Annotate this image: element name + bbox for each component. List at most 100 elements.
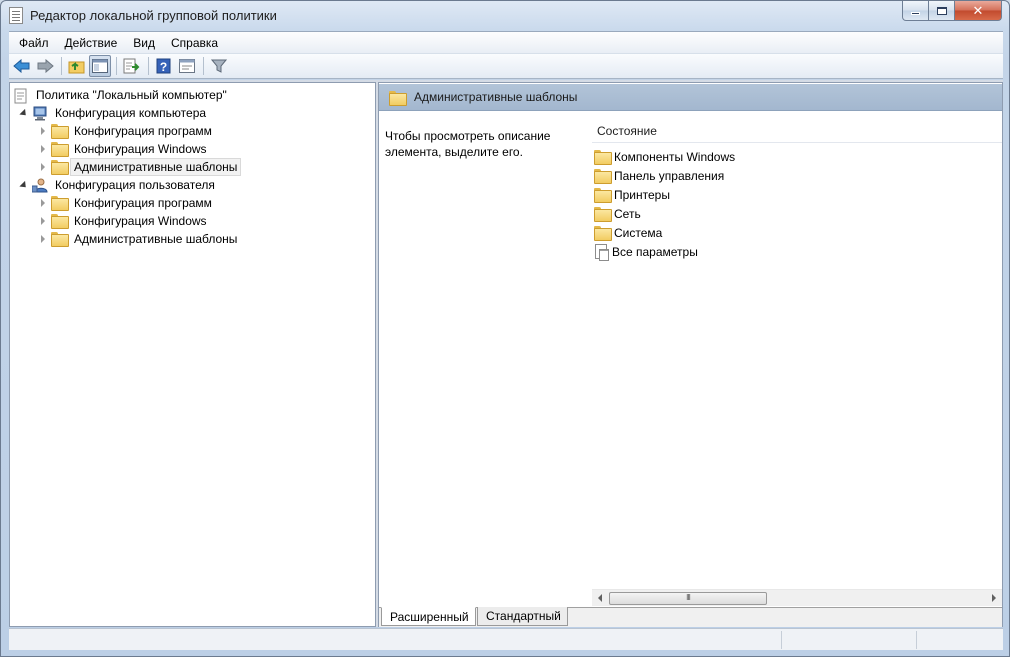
details-title: Административные шаблоны — [414, 90, 578, 104]
tree-item-computer-software[interactable]: Конфигурация программ — [38, 122, 216, 140]
up-folder-icon — [68, 61, 85, 74]
tree-item-root[interactable]: Политика "Локальный компьютер" — [13, 86, 231, 104]
horizontal-scrollbar[interactable]: III — [592, 589, 1002, 606]
description-text: Чтобы просмотреть описание элемента, выд… — [385, 129, 551, 159]
properties-icon — [179, 59, 195, 73]
tree-item-label: Административные шаблоны — [70, 158, 242, 176]
folder-icon — [51, 160, 69, 175]
tree-item-label: Конфигурация компьютера — [55, 106, 207, 120]
tree-item-label: Административные шаблоны — [74, 232, 238, 246]
view-tabs: Расширенный Стандартный — [379, 607, 1002, 627]
collapsed-arrow-icon[interactable] — [38, 217, 47, 226]
all-settings-icon — [594, 243, 609, 261]
toolbar-separator — [61, 57, 62, 75]
collapsed-arrow-icon[interactable] — [38, 145, 47, 154]
tree-item-computer-admin-templates[interactable]: Административные шаблоны — [38, 158, 242, 176]
menu-help[interactable]: Справка — [161, 36, 224, 50]
tree-item-label: Конфигурация Windows — [74, 142, 207, 156]
computer-icon — [32, 106, 48, 121]
back-button[interactable] — [11, 55, 33, 77]
tree-item-user-software[interactable]: Конфигурация программ — [38, 194, 216, 212]
folder-icon — [51, 214, 69, 229]
tree-item-computer-config[interactable]: Конфигурация компьютера — [18, 104, 210, 122]
close-icon: ✕ — [972, 2, 984, 18]
list-item[interactable]: Все параметры — [594, 242, 698, 261]
column-header-state[interactable]: Состояние — [592, 119, 1002, 143]
folder-icon — [389, 90, 407, 106]
tree-item-user-admin-templates[interactable]: Административные шаблоны — [38, 230, 241, 248]
folder-icon — [594, 207, 612, 222]
window-controls: ✕ — [902, 1, 1002, 21]
tree-item-computer-windows[interactable]: Конфигурация Windows — [38, 140, 211, 158]
list-item-label: Сеть — [614, 206, 641, 221]
main-window: Редактор локальной групповой политики ✕ … — [0, 0, 1010, 657]
minimize-icon — [911, 12, 920, 15]
tree-item-label: Политика "Локальный компьютер" — [36, 88, 227, 102]
list-item[interactable]: Система — [594, 223, 662, 242]
forward-button[interactable] — [34, 55, 56, 77]
filter-icon — [211, 59, 227, 73]
export-list-button[interactable] — [121, 55, 143, 77]
status-bar — [9, 628, 1003, 650]
folder-icon — [594, 150, 612, 165]
list-item[interactable]: Панель управления — [594, 166, 724, 185]
tab-standard[interactable]: Стандартный — [477, 607, 568, 626]
folder-icon — [51, 196, 69, 211]
folder-icon — [594, 169, 612, 184]
collapsed-arrow-icon[interactable] — [38, 127, 47, 136]
toolbar: ? — [9, 53, 1003, 79]
maximize-button[interactable] — [929, 1, 955, 21]
expanded-arrow-icon[interactable] — [18, 180, 29, 190]
list-item[interactable]: Компоненты Windows — [594, 147, 735, 166]
menu-action[interactable]: Действие — [55, 36, 124, 50]
forward-arrow-icon — [37, 59, 54, 73]
tree-item-user-windows[interactable]: Конфигурация Windows — [38, 212, 211, 230]
help-button[interactable]: ? — [153, 55, 175, 77]
tree-pane[interactable]: Политика "Локальный компьютер" Конфигура… — [9, 82, 376, 627]
filter-button[interactable] — [208, 55, 230, 77]
policy-document-icon — [13, 88, 29, 104]
list-item[interactable]: Сеть — [594, 204, 641, 223]
settings-list[interactable]: Состояние Компоненты Windows Панель упра… — [592, 119, 1002, 599]
up-level-button[interactable] — [66, 55, 88, 77]
properties-button[interactable] — [176, 55, 198, 77]
tree-item-label: Конфигурация Windows — [74, 214, 207, 228]
svg-text:?: ? — [160, 60, 167, 74]
folder-icon — [51, 142, 69, 157]
scroll-right-arrow-icon[interactable] — [992, 594, 996, 602]
folder-icon — [594, 226, 612, 241]
tree-item-label: Конфигурация программ — [74, 196, 212, 210]
collapsed-arrow-icon[interactable] — [38, 163, 47, 172]
collapsed-arrow-icon[interactable] — [38, 199, 47, 208]
help-icon: ? — [156, 58, 171, 74]
title-bar[interactable]: Редактор локальной групповой политики ✕ — [1, 1, 1009, 31]
list-item-label: Принтеры — [614, 187, 670, 202]
folder-icon — [51, 232, 69, 247]
maximize-icon — [936, 6, 947, 15]
back-arrow-icon — [13, 59, 30, 73]
list-item-label: Система — [614, 225, 663, 240]
scroll-left-arrow-icon[interactable] — [598, 594, 602, 602]
show-hide-tree-button[interactable] — [89, 55, 111, 77]
minimize-button[interactable] — [902, 1, 929, 21]
window-title: Редактор локальной групповой политики — [30, 8, 277, 23]
details-pane: Административные шаблоны Чтобы просмотре… — [378, 82, 1003, 627]
export-list-icon — [123, 58, 140, 74]
menu-bar: Файл Действие Вид Справка — [9, 31, 1003, 53]
close-button[interactable]: ✕ — [955, 1, 1002, 21]
show-hide-tree-icon — [92, 59, 108, 73]
details-header: Административные шаблоны — [379, 84, 1002, 111]
toolbar-separator — [148, 57, 149, 75]
menu-file[interactable]: Файл — [9, 36, 55, 50]
list-item-label: Все параметры — [612, 244, 698, 259]
folder-icon — [594, 188, 612, 203]
expanded-arrow-icon[interactable] — [18, 108, 29, 118]
collapsed-arrow-icon[interactable] — [38, 235, 47, 244]
list-item[interactable]: Принтеры — [594, 185, 670, 204]
tree-item-user-config[interactable]: Конфигурация пользователя — [18, 176, 219, 194]
status-divider — [781, 631, 782, 649]
menu-view[interactable]: Вид — [123, 36, 161, 50]
tab-extended[interactable]: Расширенный — [381, 607, 476, 626]
toolbar-separator — [116, 57, 117, 75]
scroll-thumb[interactable]: III — [609, 592, 767, 605]
